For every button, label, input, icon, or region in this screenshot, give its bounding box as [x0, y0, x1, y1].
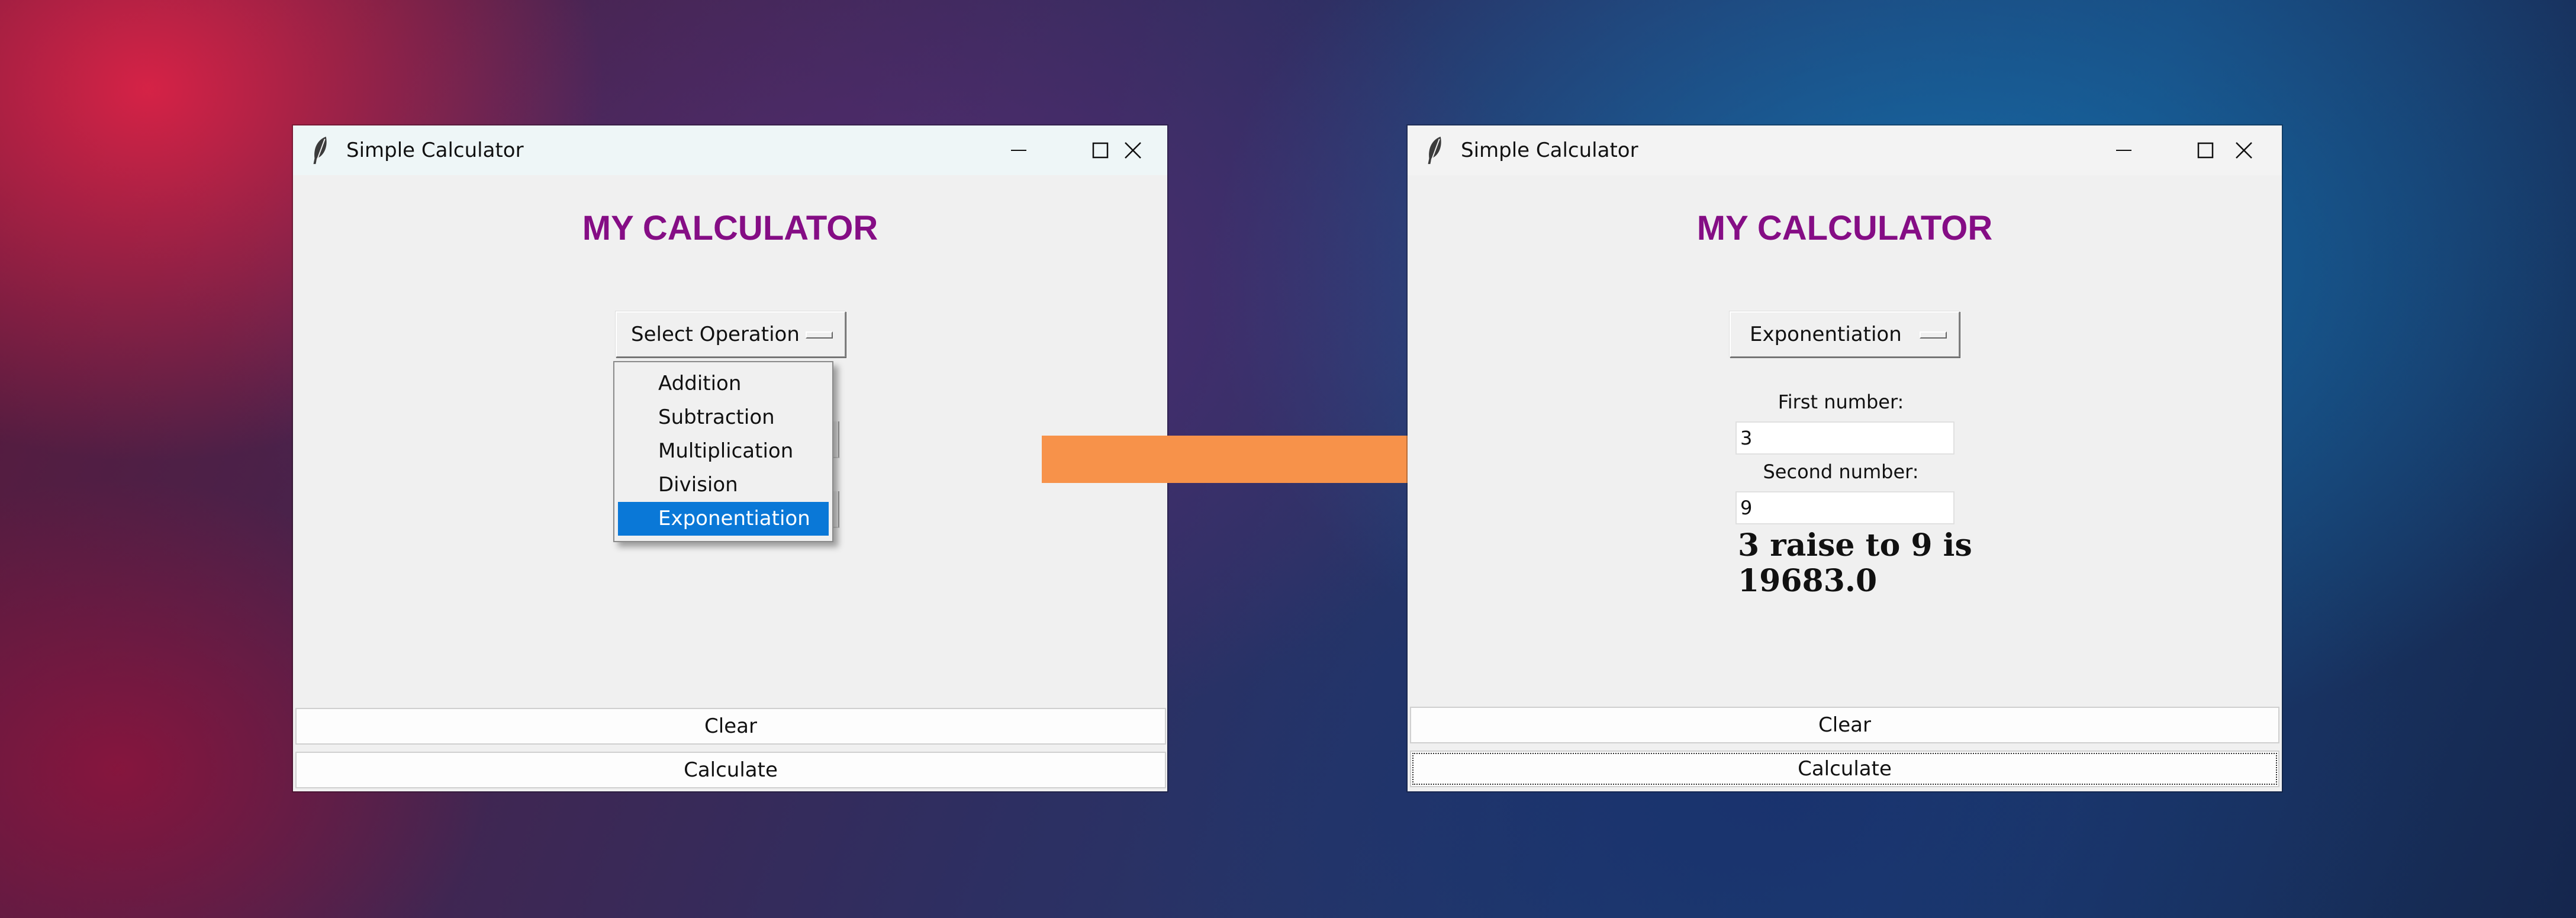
app-heading: MY CALCULATOR — [1696, 209, 1993, 247]
result-line-2: 19683.0 — [1738, 563, 1878, 599]
close-icon[interactable] — [1098, 125, 1167, 175]
dropdown-item-subtraction[interactable]: Subtraction — [618, 401, 829, 434]
feather-icon — [1424, 136, 1448, 165]
menu-indicator-icon — [806, 331, 833, 339]
calculate-button[interactable]: Calculate — [295, 752, 1166, 788]
app-heading: MY CALCULATOR — [582, 209, 878, 247]
operation-menu-button[interactable]: Exponentiation — [1730, 311, 1960, 357]
left-calculator-window: Simple Calculator MY CALCULATOR Select O… — [293, 125, 1167, 791]
close-icon[interactable] — [2205, 125, 2282, 175]
operation-dropdown: Addition Subtraction Multiplication Divi… — [613, 361, 833, 542]
first-number-label: First number: — [1778, 391, 1904, 413]
minimize-icon[interactable] — [2083, 125, 2165, 175]
title-bar[interactable]: Simple Calculator — [293, 125, 1167, 175]
minimize-icon[interactable] — [978, 125, 1060, 175]
title-bar[interactable]: Simple Calculator — [1408, 125, 2282, 175]
feather-icon — [310, 136, 333, 165]
dropdown-item-division[interactable]: Division — [618, 468, 829, 502]
clear-button[interactable]: Clear — [1410, 707, 2279, 743]
right-calculator-window: Simple Calculator MY CALCULATOR Exponent… — [1408, 125, 2282, 791]
menu-indicator-icon — [1920, 331, 1947, 339]
result-text: 3 raise to 9 is 19683.0 — [1738, 528, 1986, 599]
operation-menu-button[interactable]: Select Operation — [616, 311, 846, 357]
calculate-button[interactable]: Calculate — [1410, 750, 2279, 787]
second-number-label: Second number: — [1763, 460, 1919, 483]
dropdown-item-multiplication[interactable]: Multiplication — [618, 434, 829, 468]
result-line-1: 3 raise to 9 is — [1738, 527, 1972, 563]
dropdown-item-addition[interactable]: Addition — [618, 367, 829, 401]
window-title: Simple Calculator — [346, 138, 524, 162]
second-number-input[interactable]: 9 — [1735, 491, 1954, 524]
window-title: Simple Calculator — [1461, 138, 1638, 162]
dropdown-item-exponentiation[interactable]: Exponentiation — [618, 502, 829, 536]
operation-menu-label: Select Operation — [631, 323, 800, 346]
operation-menu-label: Exponentiation — [1750, 323, 1902, 346]
clear-button[interactable]: Clear — [295, 708, 1166, 745]
first-number-input[interactable]: 3 — [1735, 421, 1954, 455]
